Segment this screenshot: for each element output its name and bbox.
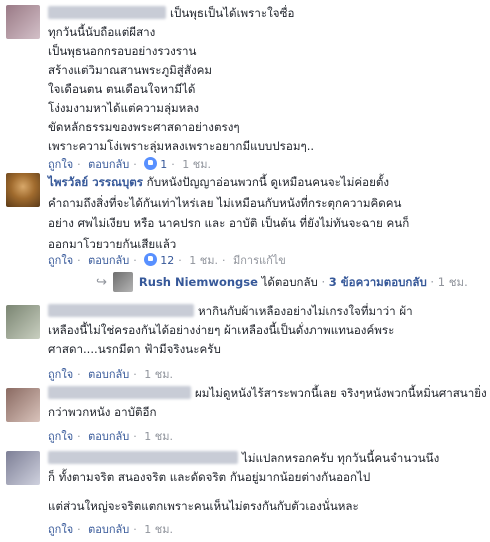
like-link[interactable]: ถูกใจ: [48, 254, 73, 267]
commenter-name[interactable]: ไพรวัลย์ วรรณบุตร: [48, 175, 143, 189]
reply-link[interactable]: ตอบกลับ: [88, 368, 129, 381]
like-count[interactable]: 1: [160, 158, 167, 171]
like-link[interactable]: ถูกใจ: [48, 158, 73, 171]
reply-author-name[interactable]: Rush Niemwongse: [139, 275, 258, 289]
comment-text-line: หากินกับผ้าเหลืองอย่างไม่เกรงใจที่มาว่า …: [198, 304, 413, 318]
avatar[interactable]: [6, 305, 40, 339]
commenter-name[interactable]: [48, 451, 238, 464]
comment-text-line: เหลืองนี้ไม่ใช่ครองกันได้อย่างง่ายๆ ผ้าเ…: [48, 323, 395, 337]
commenter-name[interactable]: [48, 386, 191, 399]
comment-text-line: คำถามถึงสิ่งที่จะได้กันเท่าไหร่เลย ไม่เห…: [48, 195, 402, 210]
comment-text-line: กว่าพวกหนัง อาบัติอีก: [48, 405, 157, 419]
avatar[interactable]: [6, 5, 40, 39]
timestamp[interactable]: 1 ชม.: [189, 254, 218, 267]
reply-text: ได้ตอบกลับ: [261, 275, 318, 289]
comment-text-line: ขัดหลักธรรมของพระศาสดาอย่างตรงๆ: [48, 120, 240, 134]
comment-text-line: กับหนังปัญญาอ่อนพวกนี้ ดูเหมือนคนจะไม่ค่…: [146, 175, 390, 189]
reply-link[interactable]: ตอบกลับ: [88, 158, 129, 171]
comment-text-line: ไม่แปลกหรอกครับ ทุกวันนี้คนจำนวนนึง: [242, 451, 440, 465]
like-icon[interactable]: [144, 157, 158, 170]
avatar[interactable]: [6, 451, 40, 485]
comment-text-line: ทุกวันนี้นับถือแต่ผีสาง: [48, 25, 156, 39]
like-icon[interactable]: [144, 253, 158, 266]
commenter-name[interactable]: [48, 6, 166, 19]
comment-text-line: ก็ ทั้งตามจริต สนองจริต และดัดจริต กันอย…: [48, 470, 371, 484]
reply-arrow-icon: ↪: [96, 275, 107, 290]
comment-text-line: ผมไม่ดูหนังไร้สาระพวกนี้เลย จริงๆหนังพวก…: [195, 386, 487, 400]
comment-text-line: ศาสดา....นรกมีตา ฟ้ามีจริงนะครับ: [48, 342, 221, 356]
avatar: [112, 272, 133, 292]
avatar[interactable]: [6, 173, 40, 207]
reply-link[interactable]: ตอบกลับ: [88, 430, 129, 443]
timestamp[interactable]: 1 ชม.: [144, 430, 173, 443]
timestamp[interactable]: 1 ชม.: [438, 275, 468, 289]
comment-text-line: แต่ส่วนใหญ่จะจริตแตกเพราะคนเห็นไม่ตรงกัน…: [48, 499, 359, 513]
comment-text-line: เพราะความโง่เพราะลุ่มหลงเพราะอยากมีแบบปร…: [48, 139, 315, 153]
comment-text-line: ใจเดือนตน ตนเดือนใจหามีได้: [48, 82, 196, 96]
timestamp[interactable]: 1 ชม.: [182, 158, 211, 171]
like-count[interactable]: 12: [160, 254, 174, 267]
edited-label[interactable]: มีการแก้ไข: [233, 254, 286, 267]
timestamp[interactable]: 1 ชม.: [144, 523, 173, 536]
comment-text-line: เป็นพุธเป็นได้เพราะใจซื่อ: [170, 6, 295, 20]
replies-summary[interactable]: ↪ Rush Niemwongse ได้ตอบกลับ · 3 ข้อความต…: [96, 272, 468, 292]
like-link[interactable]: ถูกใจ: [48, 430, 73, 443]
timestamp[interactable]: 1 ชม.: [144, 368, 173, 381]
like-link[interactable]: ถูกใจ: [48, 368, 73, 381]
comment-text-line: โง่งมงามหาได้แต่ความลุ่มหลง: [48, 101, 200, 115]
comment-text-line: อย่าง ศพไม่เงียบ หรือ นาคปรก และ อาบัติ …: [48, 216, 410, 230]
comment-text-line: เป็นพุธนอกกรอบอย่างรวงราน: [48, 44, 197, 58]
reply-link[interactable]: ตอบกลับ: [88, 254, 129, 267]
like-link[interactable]: ถูกใจ: [48, 523, 73, 536]
avatar[interactable]: [6, 388, 40, 422]
view-replies-link[interactable]: 3 ข้อความตอบกลับ: [329, 275, 427, 289]
reply-link[interactable]: ตอบกลับ: [88, 523, 129, 536]
commenter-name[interactable]: [48, 304, 194, 317]
comment-text-line: [48, 487, 484, 497]
comment-text-line: สร้างแต่วิมาณสานพระภูมิสู่สังคม: [48, 63, 212, 77]
